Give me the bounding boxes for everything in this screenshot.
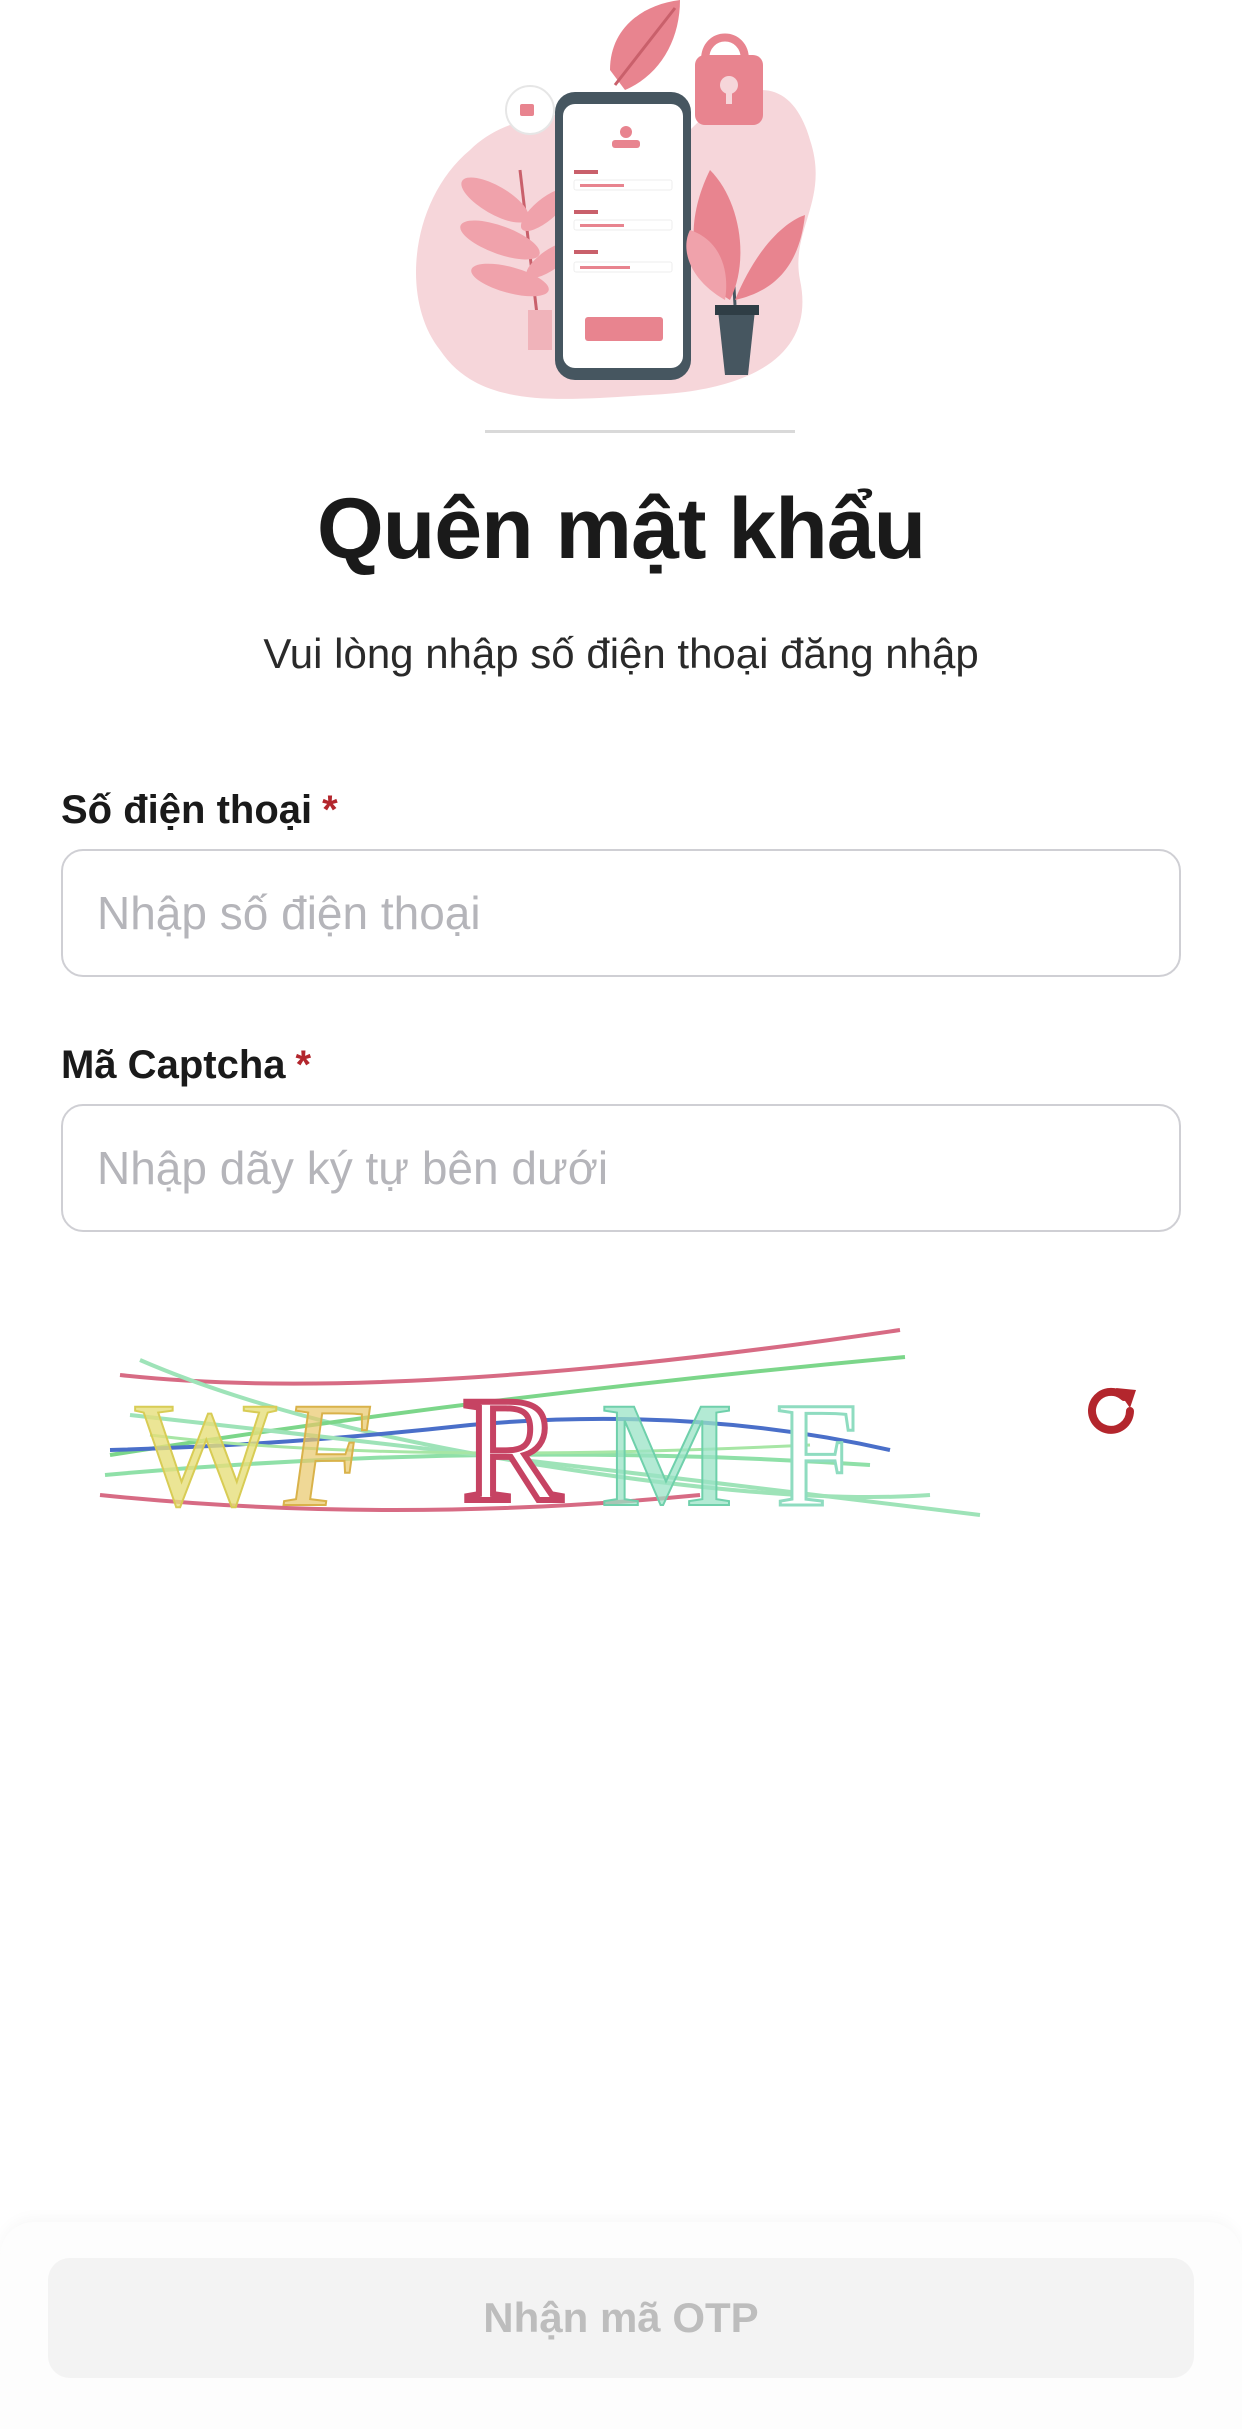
captcha-glyph: F xyxy=(775,1372,858,1520)
illustration-phone xyxy=(555,92,691,380)
captcha-glyph: W xyxy=(135,1372,277,1520)
phone-label: Số điện thoại * xyxy=(61,788,338,833)
required-marker: * xyxy=(295,1043,312,1087)
captcha-label: Mã Captcha * xyxy=(61,1043,311,1088)
captcha-label-text: Mã Captcha xyxy=(61,1043,286,1087)
get-otp-button[interactable]: Nhận mã OTP xyxy=(48,2258,1194,2378)
required-marker: * xyxy=(322,788,338,832)
captcha-glyph: R xyxy=(462,1367,562,1520)
captcha-image: W F R M F xyxy=(90,1315,990,1540)
phone-label-text: Số điện thoại xyxy=(61,788,313,832)
captcha-glyph: F xyxy=(274,1372,381,1520)
refresh-icon[interactable] xyxy=(1080,1380,1142,1442)
page-subtitle: Vui lòng nhập số điện thoại đăng nhập xyxy=(263,630,979,677)
illustration-lock xyxy=(695,33,763,125)
page-title: Quên mật khẩu xyxy=(316,481,926,577)
phone-input[interactable] xyxy=(61,849,1181,977)
hero-illustration xyxy=(0,0,1242,440)
captcha-input[interactable] xyxy=(61,1104,1181,1232)
captcha-glyph: M xyxy=(600,1372,733,1520)
